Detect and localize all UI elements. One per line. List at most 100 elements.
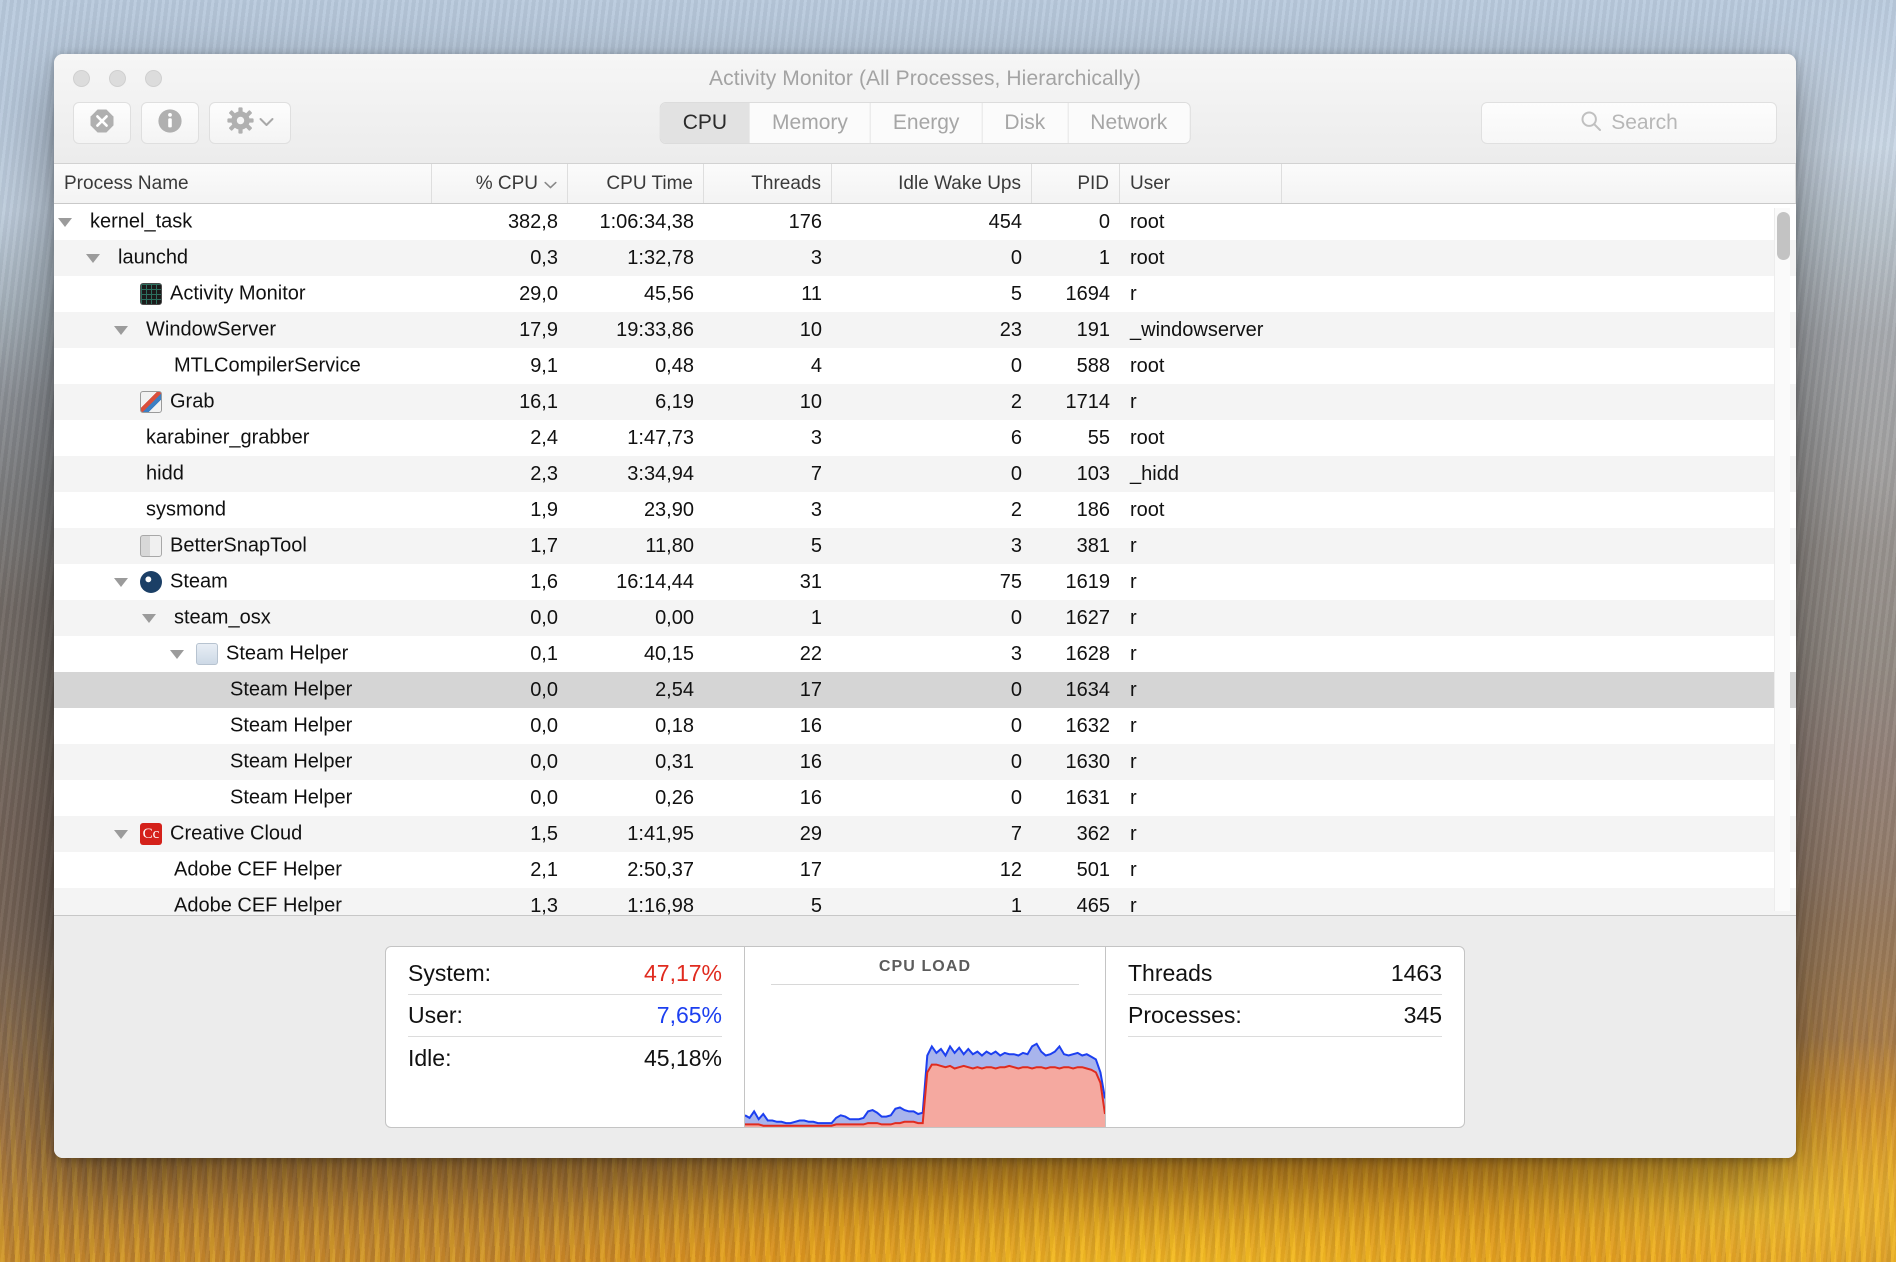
table-row[interactable]: steam_osx 0,0 0,00 1 0 1627 r — [54, 600, 1796, 636]
cell-time: 0,26 — [655, 786, 694, 809]
cell-threads: 3 — [810, 246, 822, 269]
table-row[interactable]: Activity Monitor 29,0 45,56 11 5 1694 r — [54, 276, 1796, 312]
cell-pid: 0 — [1098, 210, 1110, 233]
table-vertical-scrollbar[interactable] — [1774, 208, 1790, 911]
disclosure-triangle-icon[interactable] — [114, 578, 128, 587]
cell-cpu: 9,1 — [530, 354, 558, 377]
cell-filler — [1282, 888, 1796, 915]
activity-monitor-window: Activity Monitor (All Processes, Hierarc… — [54, 54, 1796, 1158]
cell-filler — [1282, 312, 1796, 348]
table-row[interactable]: WindowServer 17,9 19:33,86 10 23 191 _windowse… — [54, 312, 1796, 348]
process-name-label: sysmond — [146, 498, 227, 521]
creative-cloud-icon: Cc — [140, 823, 162, 845]
cell-time: 0,18 — [655, 714, 694, 737]
process-name-label: Activity Monitor — [170, 282, 306, 305]
cell-pid: 588 — [1076, 354, 1110, 377]
process-name-label: Steam Helper — [226, 642, 349, 665]
cell-filler — [1282, 348, 1796, 384]
process-name-label: Grab — [170, 390, 215, 413]
process-name-label: kernel_task — [90, 210, 193, 233]
cell-threads: 11 — [801, 282, 822, 305]
disclosure-triangle-icon[interactable] — [58, 218, 72, 227]
processes-value: 345 — [1403, 1002, 1442, 1028]
scrollbar-thumb[interactable] — [1777, 212, 1790, 260]
cell-threads: 22 — [799, 642, 822, 665]
cell-time: 2:50,37 — [627, 858, 694, 881]
process-name-label: hidd — [146, 462, 184, 485]
cell-time: 11,80 — [645, 534, 694, 557]
cell-time: 40,15 — [643, 642, 694, 665]
process-name-label: launchd — [118, 246, 189, 269]
inspect-process-button[interactable] — [141, 102, 199, 144]
tab-energy[interactable]: Energy — [870, 103, 983, 143]
user-value: 7,65% — [656, 1002, 722, 1028]
table-row[interactable]: Cc Creative Cloud 1,5 1:41,95 29 7 362 r — [54, 816, 1796, 852]
cell-pid: 1631 — [1065, 786, 1111, 809]
cell-process-name: steam_osx — [54, 600, 432, 636]
view-options-button[interactable] — [209, 102, 291, 144]
table-row[interactable]: launchd 0,3 1:32,78 3 0 1 root — [54, 240, 1796, 276]
disclosure-triangle-icon[interactable] — [170, 650, 184, 659]
table-row[interactable]: Steam Helper 0,1 40,15 22 3 1628 r — [54, 636, 1796, 672]
column-header-threads[interactable]: Threads — [704, 164, 832, 203]
cell-user: r — [1130, 786, 1137, 809]
table-row[interactable]: MTLCompilerService 9,1 0,48 4 0 588 root — [54, 348, 1796, 384]
column-header-time[interactable]: CPU Time — [568, 164, 704, 203]
table-row[interactable]: Steam 1,6 16:14,44 31 75 1619 r — [54, 564, 1796, 600]
quit-process-button[interactable] — [73, 102, 131, 144]
cell-filler — [1282, 420, 1796, 456]
tab-network[interactable]: Network — [1068, 103, 1190, 143]
column-header-idle[interactable]: Idle Wake Ups — [832, 164, 1032, 203]
tab-disk[interactable]: Disk — [982, 103, 1069, 143]
table-row[interactable]: Grab 16,1 6,19 10 2 1714 r — [54, 384, 1796, 420]
cpu-load-title: CPU LOAD — [878, 958, 972, 975]
cell-filler — [1282, 564, 1796, 600]
cell-user: r — [1130, 714, 1137, 737]
cell-pid: 1630 — [1065, 750, 1111, 773]
cell-threads: 16 — [799, 750, 822, 773]
tab-memory[interactable]: Memory — [750, 103, 871, 143]
table-row[interactable]: karabiner_grabber 2,4 1:47,73 3 6 55 root — [54, 420, 1796, 456]
cell-pid: 186 — [1076, 498, 1110, 521]
cell-cpu: 1,9 — [530, 498, 558, 521]
cell-idle: 7 — [1010, 822, 1022, 845]
table-row[interactable]: Adobe CEF Helper 2,1 2:50,37 17 12 501 r — [54, 852, 1796, 888]
disclosure-triangle-icon[interactable] — [114, 326, 128, 335]
cell-threads: 17 — [799, 858, 822, 881]
table-row[interactable]: Steam Helper 0,0 0,18 16 0 1632 r — [54, 708, 1796, 744]
column-header-name[interactable]: Process Name — [54, 164, 432, 203]
table-row[interactable]: Steam Helper 0,0 0,31 16 0 1630 r — [54, 744, 1796, 780]
cell-filler — [1282, 816, 1796, 852]
cell-process-name: MTLCompilerService — [54, 348, 432, 384]
table-row[interactable]: hidd 2,3 3:34,94 7 0 103 _hidd — [54, 456, 1796, 492]
table-row[interactable]: sysmond 1,9 23,90 3 2 186 root — [54, 492, 1796, 528]
search-placeholder: Search — [1611, 111, 1678, 134]
tab-cpu[interactable]: CPU — [660, 103, 751, 143]
table-row[interactable]: Steam Helper 0,0 0,26 16 0 1631 r — [54, 780, 1796, 816]
cell-time: 1:47,73 — [627, 426, 694, 449]
cell-pid: 1628 — [1065, 642, 1111, 665]
disclosure-triangle-icon[interactable] — [114, 830, 128, 839]
cell-threads: 10 — [799, 318, 822, 341]
disclosure-triangle-icon[interactable] — [142, 614, 156, 623]
column-header-pid[interactable]: PID — [1032, 164, 1120, 203]
table-row[interactable]: BetterSnapTool 1,7 11,80 5 3 381 r — [54, 528, 1796, 564]
cell-cpu: 2,3 — [530, 462, 558, 485]
cell-user: root — [1130, 426, 1165, 449]
cell-pid: 1632 — [1065, 714, 1111, 737]
process-name-label: Steam Helper — [230, 714, 353, 737]
disclosure-triangle-icon[interactable] — [86, 254, 100, 263]
cell-cpu: 0,0 — [530, 786, 558, 809]
cell-threads: 17 — [799, 678, 822, 701]
table-column-header: Process Name % CPU CPU Time Threads Idle Wak… — [54, 164, 1796, 204]
column-header-cpu[interactable]: % CPU — [432, 164, 568, 203]
window-title: Activity Monitor (All Processes, Hierarc… — [709, 67, 1141, 90]
chevron-down-icon — [259, 114, 274, 132]
search-field[interactable]: Search — [1481, 102, 1777, 144]
table-row[interactable]: Steam Helper 0,0 2,54 17 0 1634 r — [54, 672, 1796, 708]
table-row[interactable]: kernel_task 382,8 1:06:34,38 176 454 0 root — [54, 204, 1796, 240]
cell-time: 1:41,95 — [627, 822, 694, 845]
table-row[interactable]: Adobe CEF Helper 1,3 1:16,98 5 1 465 r — [54, 888, 1796, 915]
column-header-user[interactable]: User — [1120, 164, 1282, 203]
cell-user: r — [1130, 822, 1137, 845]
